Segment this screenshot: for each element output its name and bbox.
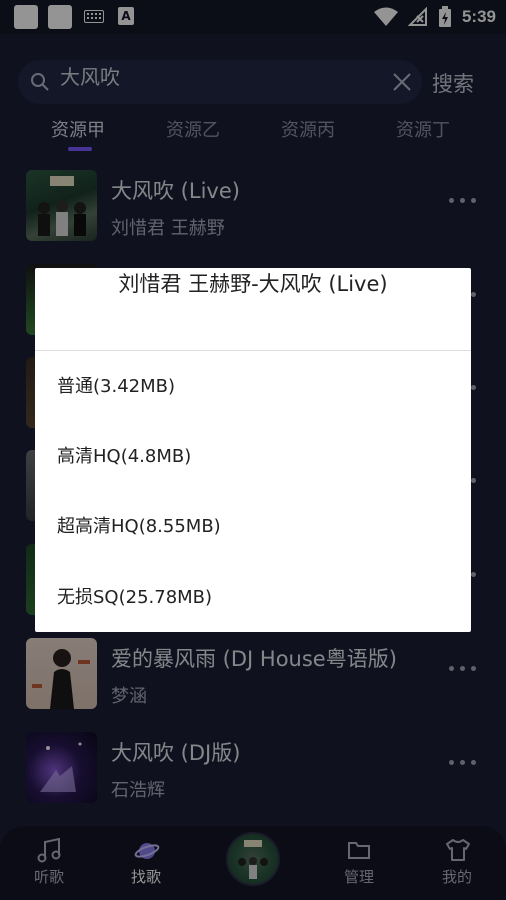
quality-option-super-hq[interactable]: 超高清HQ(8.55MB): [35, 497, 471, 557]
dialog-title: 刘惜君 王赫野-大风吹 (Live): [118, 272, 388, 296]
quality-option-lossless[interactable]: 无损SQ(25.78MB): [35, 568, 471, 628]
quality-option-hq[interactable]: 高清HQ(4.8MB): [35, 427, 471, 487]
quality-select-dialog: 刘惜君 王赫野-大风吹 (Live) 普通(3.42MB) 高清HQ(4.8MB…: [35, 268, 471, 632]
quality-option-standard[interactable]: 普通(3.42MB): [35, 357, 471, 417]
dialog-divider: [35, 350, 471, 351]
